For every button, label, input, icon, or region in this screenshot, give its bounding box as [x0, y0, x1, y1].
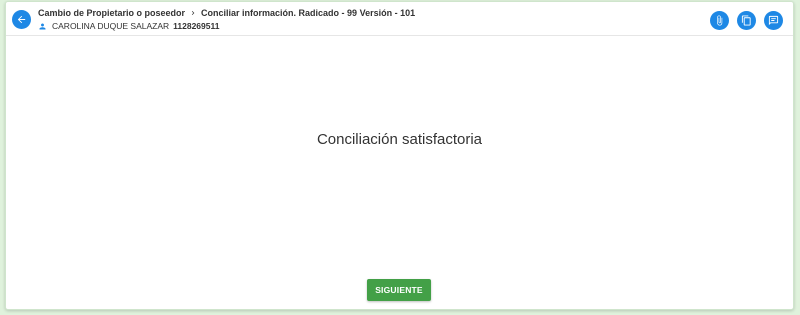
copy-button[interactable] [737, 11, 756, 30]
breadcrumb: Cambio de Propietario o poseedor Concili… [38, 8, 415, 18]
main-card: Cambio de Propietario o poseedor Concili… [5, 1, 794, 310]
person-icon [38, 22, 47, 31]
comment-icon [768, 15, 779, 26]
paperclip-icon [717, 15, 723, 26]
breadcrumb-item-process[interactable]: Cambio de Propietario o poseedor [38, 8, 185, 18]
chevron-right-icon [189, 9, 197, 17]
arrow-left-icon [17, 15, 26, 24]
back-button[interactable] [12, 10, 31, 29]
header-actions [710, 11, 783, 30]
breadcrumb-item-current: Conciliar información. Radicado - 99 Ver… [201, 8, 416, 18]
attach-button[interactable] [710, 11, 729, 30]
status-message: Conciliación satisfactoria [316, 131, 483, 148]
next-button[interactable]: SIGUIENTE [367, 279, 431, 301]
copy-icon [741, 15, 751, 26]
user-name: CAROLINA DUQUE SALAZAR [52, 21, 170, 31]
page-header: Cambio de Propietario o poseedor Concili… [6, 2, 793, 36]
user-info: CAROLINA DUQUE SALAZAR 1128269511 [38, 21, 219, 31]
comment-button[interactable] [764, 11, 783, 30]
user-document: 1128269511 [173, 21, 220, 31]
